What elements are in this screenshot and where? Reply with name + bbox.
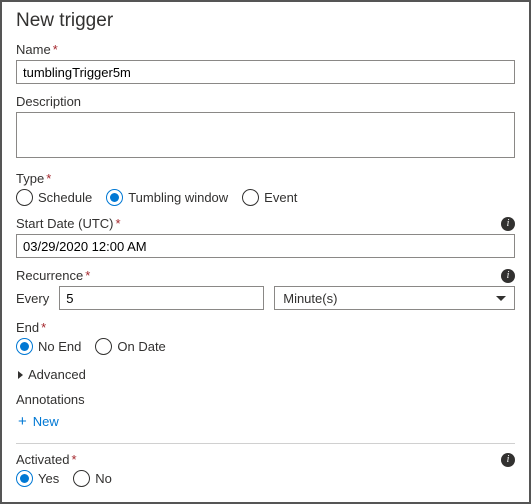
required-asterisk: * <box>46 171 51 186</box>
required-asterisk: * <box>116 216 121 231</box>
end-option-label: No End <box>38 339 81 354</box>
radio-dot-icon <box>20 342 29 351</box>
description-input[interactable] <box>16 112 515 158</box>
type-option-label: Schedule <box>38 190 92 205</box>
add-annotation-button[interactable]: + New <box>16 410 61 433</box>
radio-icon <box>16 338 33 355</box>
end-option-no-end[interactable]: No End <box>16 338 81 355</box>
required-asterisk: * <box>53 42 58 57</box>
type-option-schedule[interactable]: Schedule <box>16 189 92 206</box>
plus-icon: + <box>18 414 27 429</box>
activated-option-yes[interactable]: Yes <box>16 470 59 487</box>
start-date-label-text: Start Date (UTC) <box>16 216 114 231</box>
radio-icon <box>106 189 123 206</box>
type-option-label: Event <box>264 190 297 205</box>
recurrence-unit-value: Minute(s) <box>283 291 337 306</box>
end-radio-group: No End On Date <box>16 338 515 355</box>
start-date-input[interactable] <box>16 234 515 258</box>
new-trigger-panel: New trigger Name* Description Type* Sche… <box>0 0 531 504</box>
description-label: Description <box>16 94 515 109</box>
info-icon[interactable]: i <box>501 453 515 467</box>
type-radio-group: Schedule Tumbling window Event <box>16 189 515 206</box>
recurrence-every-input[interactable] <box>59 286 264 310</box>
activated-option-no[interactable]: No <box>73 470 112 487</box>
divider <box>16 443 515 444</box>
radio-icon <box>95 338 112 355</box>
recurrence-label: Recurrence* <box>16 268 90 283</box>
annotations-label: Annotations <box>16 392 515 407</box>
type-option-label: Tumbling window <box>128 190 228 205</box>
end-field: End* No End On Date <box>16 320 515 355</box>
add-annotation-label: New <box>33 414 59 429</box>
recurrence-unit-select[interactable]: Minute(s) <box>274 286 515 310</box>
radio-dot-icon <box>110 193 119 202</box>
activated-option-label: Yes <box>38 471 59 486</box>
radio-icon <box>242 189 259 206</box>
advanced-label: Advanced <box>28 367 86 382</box>
info-icon[interactable]: i <box>501 269 515 283</box>
required-asterisk: * <box>85 268 90 283</box>
advanced-toggle[interactable]: Advanced <box>16 365 86 384</box>
name-label: Name* <box>16 42 515 57</box>
end-option-on-date[interactable]: On Date <box>95 338 165 355</box>
type-label: Type* <box>16 171 515 186</box>
activated-label-text: Activated <box>16 452 69 467</box>
radio-icon <box>73 470 90 487</box>
start-date-field: Start Date (UTC)* i <box>16 216 515 258</box>
type-option-tumbling-window[interactable]: Tumbling window <box>106 189 228 206</box>
radio-dot-icon <box>20 474 29 483</box>
recurrence-field: Recurrence* i Every Minute(s) <box>16 268 515 310</box>
activated-field: Activated* i Yes No <box>16 452 515 487</box>
end-option-label: On Date <box>117 339 165 354</box>
activated-option-label: No <box>95 471 112 486</box>
annotations-field: Annotations + New <box>16 392 515 433</box>
required-asterisk: * <box>71 452 76 467</box>
required-asterisk: * <box>41 320 46 335</box>
radio-icon <box>16 189 33 206</box>
activated-label: Activated* <box>16 452 77 467</box>
start-date-label: Start Date (UTC)* <box>16 216 121 231</box>
radio-icon <box>16 470 33 487</box>
name-label-text: Name <box>16 42 51 57</box>
description-field: Description <box>16 94 515 161</box>
chevron-right-icon <box>18 371 23 379</box>
info-icon[interactable]: i <box>501 217 515 231</box>
type-label-text: Type <box>16 171 44 186</box>
chevron-down-icon <box>496 296 506 301</box>
recurrence-label-text: Recurrence <box>16 268 83 283</box>
name-field: Name* <box>16 42 515 84</box>
name-input[interactable] <box>16 60 515 84</box>
end-label-text: End <box>16 320 39 335</box>
every-label: Every <box>16 291 49 306</box>
type-field: Type* Schedule Tumbling window Event <box>16 171 515 206</box>
activated-radio-group: Yes No <box>16 470 515 487</box>
type-option-event[interactable]: Event <box>242 189 297 206</box>
panel-title: New trigger <box>16 10 515 32</box>
end-label: End* <box>16 320 515 335</box>
